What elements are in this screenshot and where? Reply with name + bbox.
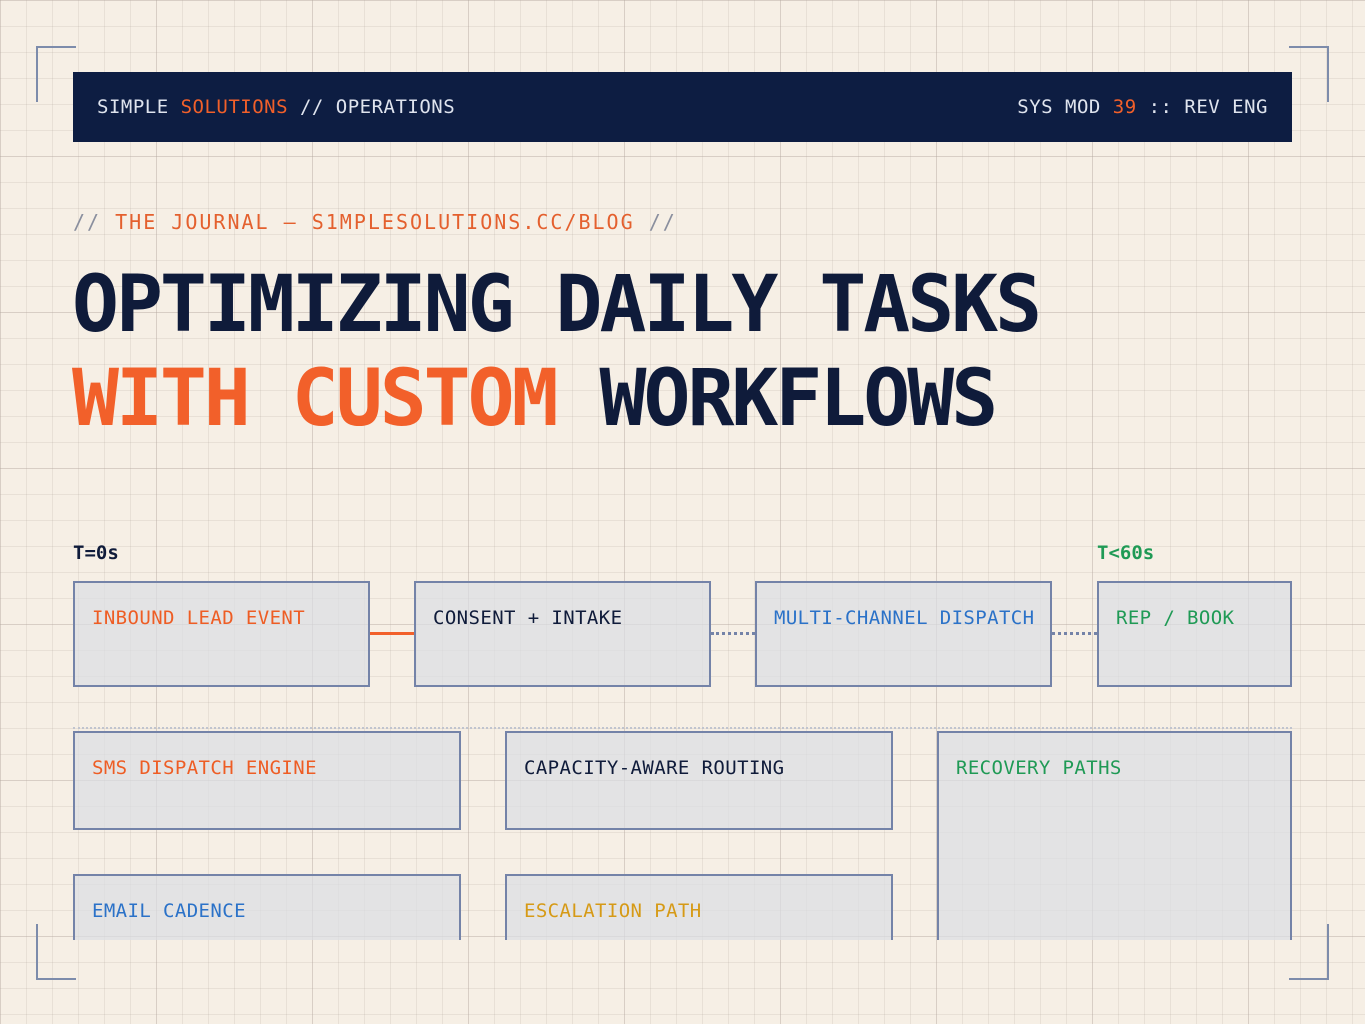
kicker-text: THE JOURNAL — S1MPLESOLUTIONS.CC/BLOG <box>115 210 635 234</box>
module-label: ESCALATION PATH <box>524 900 702 922</box>
journal-kicker: // THE JOURNAL — S1MPLESOLUTIONS.CC/BLOG… <box>73 210 677 234</box>
flow-node-multi-channel-dispatch: MULTI-CHANNEL DISPATCH <box>755 581 1052 687</box>
system-module-label: SYS MOD 39 :: REV ENG <box>1017 96 1268 118</box>
brand-label: SIMPLE SOLUTIONS // OPERATIONS <box>97 96 455 118</box>
brand-prefix: SIMPLE <box>97 96 181 118</box>
module-label: SMS DISPATCH ENGINE <box>92 757 317 779</box>
frame-corner-top-left <box>36 46 76 102</box>
flow-connector-dotted <box>711 632 755 635</box>
sys-number: 39 <box>1112 96 1137 118</box>
frame-corner-bottom-right <box>1289 924 1329 980</box>
title-rest: WORKFLOWS <box>555 354 999 444</box>
frame-corner-top-right <box>1289 46 1329 102</box>
module-email-cadence: EMAIL CADENCE <box>73 874 461 940</box>
section-divider <box>73 727 1292 729</box>
header-bar: SIMPLE SOLUTIONS // OPERATIONS SYS MOD 3… <box>73 72 1292 142</box>
flow-node-consent-intake: CONSENT + INTAKE <box>414 581 711 687</box>
timeline-end-label: T<60s <box>1097 542 1155 564</box>
kicker-close: // <box>634 210 677 234</box>
flow-node-label: CONSENT + INTAKE <box>433 607 623 629</box>
module-capacity-aware-routing: CAPACITY-AWARE ROUTING <box>505 731 893 830</box>
module-recovery-paths: RECOVERY PATHS <box>937 731 1292 940</box>
flow-connector-dotted <box>1052 632 1097 635</box>
module-escalation-path: ESCALATION PATH <box>505 874 893 940</box>
flow-node-rep-book: REP / BOOK <box>1097 581 1292 687</box>
page-title: OPTIMIZING DAILY TASKS WITH CUSTOM WORKF… <box>72 258 1042 446</box>
title-line-2: WITH CUSTOM WORKFLOWS <box>72 352 1039 446</box>
title-accent: WITH CUSTOM <box>72 354 559 444</box>
frame-corner-bottom-left <box>36 924 76 980</box>
brand-accent: SOLUTIONS <box>180 96 289 118</box>
module-label: CAPACITY-AWARE ROUTING <box>524 757 785 779</box>
kicker-open: // <box>73 210 116 234</box>
flow-node-inbound-lead: INBOUND LEAD EVENT <box>73 581 370 687</box>
module-sms-dispatch-engine: SMS DISPATCH ENGINE <box>73 731 461 830</box>
module-label: RECOVERY PATHS <box>956 757 1122 779</box>
sys-prefix: SYS MOD <box>1017 96 1113 118</box>
module-label: EMAIL CADENCE <box>92 900 246 922</box>
title-line-1: OPTIMIZING DAILY TASKS <box>72 260 1042 350</box>
flow-connector-solid <box>370 632 414 635</box>
brand-suffix: // OPERATIONS <box>288 96 456 118</box>
flow-node-label: INBOUND LEAD EVENT <box>92 607 306 629</box>
flow-node-label: REP / BOOK <box>1116 607 1235 629</box>
flow-node-label: MULTI-CHANNEL DISPATCH <box>774 607 1035 629</box>
sys-suffix: :: REV ENG <box>1136 96 1268 118</box>
timeline-start-label: T=0s <box>73 542 119 564</box>
